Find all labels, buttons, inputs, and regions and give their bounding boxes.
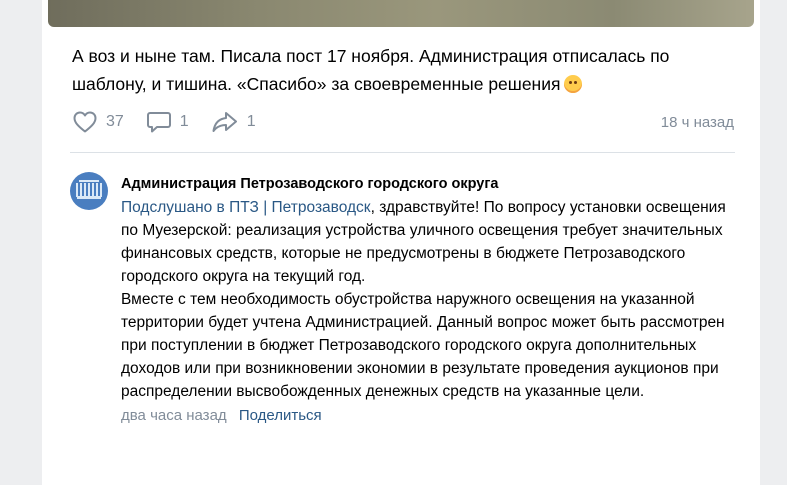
post-photo[interactable] bbox=[48, 0, 754, 27]
post-time[interactable]: 18 ч назад bbox=[661, 114, 734, 131]
heart-icon bbox=[73, 111, 97, 133]
share-count: 1 bbox=[246, 113, 256, 130]
share-arrow-icon bbox=[212, 112, 237, 132]
smiling-face-icon bbox=[564, 75, 583, 93]
post-card: А воз и ныне там. Писала пост 17 ноября.… bbox=[42, 0, 760, 485]
comment-icon bbox=[146, 112, 171, 133]
comment-count: 1 bbox=[179, 113, 189, 130]
share-post-button[interactable]: 1 bbox=[211, 110, 256, 134]
reply-time[interactable]: два часа назад bbox=[121, 407, 227, 424]
divider bbox=[70, 152, 735, 153]
like-button[interactable]: 37 bbox=[72, 110, 124, 134]
reply-author[interactable]: Администрация Петрозаводского городского… bbox=[121, 174, 731, 194]
page-scrollbar[interactable] bbox=[779, 0, 787, 485]
reply-meta: два часа назад Поделиться bbox=[121, 405, 731, 427]
like-count: 37 bbox=[106, 113, 124, 130]
avatar-logo-base bbox=[77, 196, 101, 199]
comment-button[interactable]: 1 bbox=[146, 110, 189, 134]
reply-share-button[interactable]: Поделиться bbox=[239, 407, 322, 424]
mention-link[interactable]: Подслушано в ПТЗ | Петрозаводск bbox=[121, 199, 371, 216]
avatar-logo-columns bbox=[76, 183, 102, 197]
post-actions: 37 1 1 18 ч назад bbox=[72, 108, 734, 136]
avatar-logo-roof bbox=[79, 180, 99, 182]
avatar[interactable] bbox=[70, 172, 108, 210]
reply-comment: Администрация Петрозаводского городского… bbox=[121, 174, 731, 427]
reply-text: Подслушано в ПТЗ | Петрозаводск, здравст… bbox=[121, 196, 731, 403]
post-text: А воз и ныне там. Писала пост 17 ноября.… bbox=[72, 42, 732, 98]
reply-text-part2: Вместе с тем необходимость обустройства … bbox=[121, 291, 725, 400]
